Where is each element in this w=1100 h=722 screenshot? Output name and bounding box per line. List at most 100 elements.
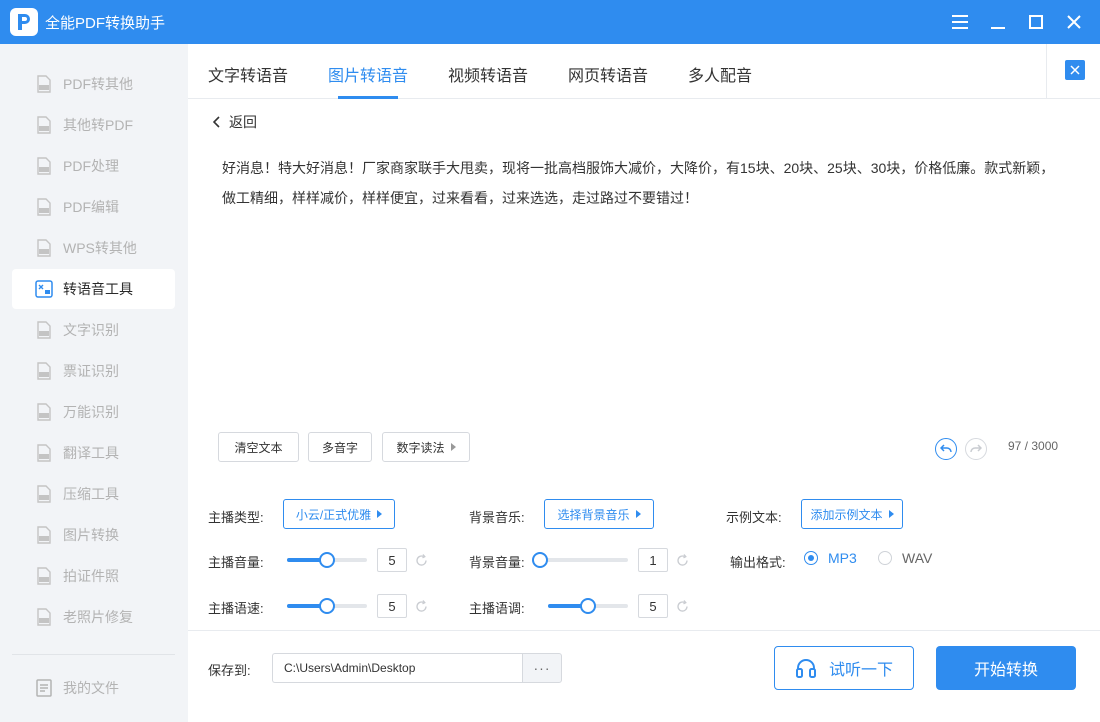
anchor-pitch-value[interactable]: 5 [638, 594, 668, 618]
voice-tool-icon [35, 280, 53, 298]
menu-icon[interactable] [948, 10, 972, 34]
anchor-type-value: 小云/正式优雅 [295, 507, 372, 522]
wps-icon [35, 239, 53, 257]
format-mp3-radio[interactable]: MP3 [804, 550, 857, 566]
number-reading-button[interactable]: 数字读法 [382, 432, 470, 462]
tab-3[interactable]: 视频转语音 [448, 62, 528, 86]
sidebar: 我的文件 PDF转其他 其他转PDF PDF处理 PDF编辑 WPS转其他 转语音工具文字… [0, 44, 188, 722]
minimize-icon[interactable] [986, 10, 1010, 34]
id-photo-icon [35, 567, 53, 585]
anchor-volume-value[interactable]: 5 [377, 548, 407, 572]
maximize-icon[interactable] [1024, 10, 1048, 34]
reset-icon[interactable] [414, 599, 428, 613]
back-button[interactable]: 返回 [213, 112, 257, 132]
sample-text-value: 添加示例文本 [810, 507, 883, 522]
sidebar-item-1[interactable]: PDF转其他 [12, 64, 175, 104]
tab-5[interactable]: 多人配音 [688, 62, 752, 86]
tab-4[interactable]: 网页转语音 [568, 62, 648, 86]
anchor-pitch-slider[interactable] [548, 596, 628, 616]
sidebar-item-8[interactable]: 票证识别 [12, 351, 175, 391]
sidebar-item-13[interactable]: 拍证件照 [12, 556, 175, 596]
bottom-divider [188, 630, 1100, 631]
sidebar-item-label: 翻译工具 [63, 445, 119, 461]
sidebar-item-label: 压缩工具 [63, 486, 119, 502]
sidebar-divider [12, 654, 175, 655]
chevron-left-icon [213, 116, 220, 128]
format-wav-label: WAV [902, 550, 933, 566]
sidebar-item-label: 文字识别 [63, 322, 119, 338]
compress-icon [35, 485, 53, 503]
reset-icon[interactable] [675, 599, 689, 613]
sidebar-item-7[interactable]: 文字识别 [12, 310, 175, 350]
start-convert-label: 开始转换 [973, 662, 1038, 679]
sidebar-item-9[interactable]: 万能识别 [12, 392, 175, 432]
anchor-pitch-label: 主播语调: [469, 601, 525, 616]
slider-knob[interactable] [319, 598, 335, 614]
active-tab-indicator [338, 96, 398, 99]
anchor-volume-slider[interactable] [287, 550, 367, 570]
tab-2[interactable]: 图片转语音 [328, 62, 408, 86]
reset-icon[interactable] [675, 553, 689, 567]
clear-text-button[interactable]: 清空文本 [218, 432, 299, 462]
bg-volume-label: 背景音量: [469, 555, 525, 570]
sidebar-item-label: 票证识别 [63, 363, 119, 379]
sidebar-item-10[interactable]: 翻译工具 [12, 433, 175, 473]
sidebar-item-12[interactable]: 图片转换 [12, 515, 175, 555]
tab-1[interactable]: 文字转语音 [208, 62, 288, 86]
output-format-label: 输出格式: [730, 555, 786, 570]
sidebar-item-label: PDF转其他 [63, 76, 133, 92]
sidebar-item-label: 图片转换 [63, 527, 119, 543]
browse-button[interactable]: ··· [522, 653, 562, 683]
slider-knob[interactable] [319, 552, 335, 568]
sidebar-item-label: 万能识别 [63, 404, 119, 420]
file-list-icon [35, 679, 53, 697]
sidebar-item-label: 其他转PDF [63, 117, 133, 133]
anchor-type-select[interactable]: 小云/正式优雅 [283, 499, 395, 529]
image-convert-icon [35, 526, 53, 544]
listen-button[interactable]: 试听一下 [774, 646, 914, 690]
bg-volume-value[interactable]: 1 [638, 548, 668, 572]
main-panel: 文字转语音 图片转语音 视频转语音 网页转语音 多人配音 返回 好消息！特大好消息！厂家… [188, 44, 1100, 722]
anchor-volume-label: 主播音量: [208, 555, 264, 570]
anchor-speed-slider[interactable] [287, 596, 367, 616]
pdf-process-icon [35, 157, 53, 175]
undo-icon[interactable] [935, 438, 957, 460]
save-path-input[interactable]: C:\Users\Admin\Desktop [272, 653, 523, 683]
sidebar-item-2[interactable]: 其他转PDF [12, 105, 175, 145]
start-convert-button[interactable]: 开始转换 [936, 646, 1076, 690]
app-logo-icon [10, 8, 38, 36]
caret-right-icon [888, 510, 894, 518]
tab-divider [1046, 44, 1047, 99]
photo-repair-icon [35, 608, 53, 626]
save-to-label: 保存到: [208, 663, 251, 678]
sidebar-item-4[interactable]: PDF编辑 [12, 187, 175, 227]
translate-icon [35, 444, 53, 462]
sidebar-item-5[interactable]: WPS转其他 [12, 228, 175, 268]
listen-label: 试听一下 [828, 662, 893, 679]
anchor-speed-value[interactable]: 5 [377, 594, 407, 618]
headphones-icon [795, 659, 816, 678]
slider-knob[interactable] [532, 552, 548, 568]
bgm-select[interactable]: 选择背景音乐 [544, 499, 654, 529]
polyphone-button[interactable]: 多音字 [308, 432, 372, 462]
sidebar-item-11[interactable]: 压缩工具 [12, 474, 175, 514]
close-icon[interactable] [1062, 10, 1086, 34]
content-text-area[interactable]: 好消息！特大好消息！厂家商家联手大甩卖，现将一批高档服饰大减价，大降价，有15块… [222, 153, 1062, 213]
caret-right-icon [450, 443, 456, 451]
reset-icon[interactable] [414, 553, 428, 567]
sidebar-item-label: 老照片修复 [63, 609, 133, 625]
close-panel-icon[interactable] [1065, 60, 1085, 80]
anchor-speed-label: 主播语速: [208, 601, 264, 616]
sidebar-item-my-files[interactable]: 我的文件 [12, 668, 175, 708]
sidebar-item-6[interactable]: 转语音工具 [12, 269, 175, 309]
sample-text-select[interactable]: 添加示例文本 [801, 499, 903, 529]
sidebar-item-14[interactable]: 老照片修复 [12, 597, 175, 637]
format-wav-radio[interactable]: WAV [878, 550, 932, 566]
pdf-edit-icon [35, 198, 53, 216]
sidebar-item-3[interactable]: PDF处理 [12, 146, 175, 186]
redo-icon[interactable] [965, 438, 987, 460]
caret-right-icon [377, 510, 383, 518]
universal-ocr-icon [35, 403, 53, 421]
bg-volume-slider[interactable] [532, 550, 628, 570]
slider-knob[interactable] [580, 598, 596, 614]
